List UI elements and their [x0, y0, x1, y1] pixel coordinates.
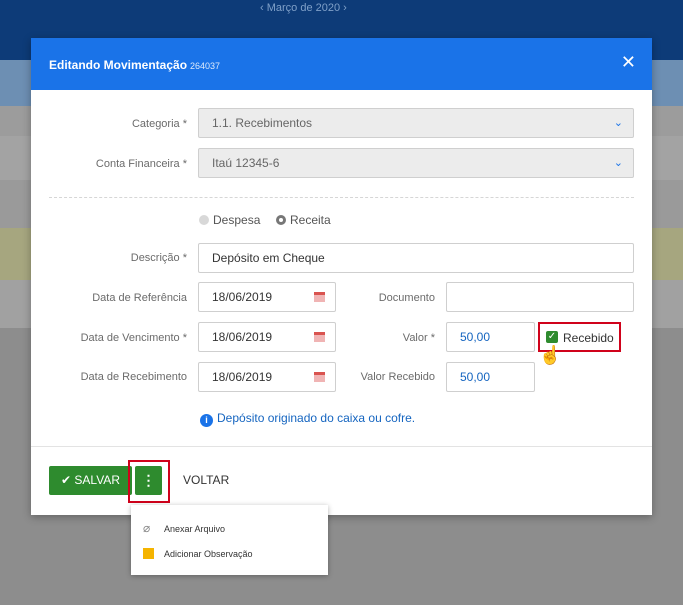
radio-unselected-icon	[199, 215, 209, 225]
data-recebimento-input[interactable]: 18/06/2019	[198, 362, 336, 392]
data-referencia-input[interactable]: 18/06/2019	[198, 282, 336, 312]
data-recebimento-label: Data de Recebimento	[80, 371, 187, 383]
valor-label: Valor *	[402, 332, 435, 344]
recebido-checkbox[interactable]: ✓	[546, 331, 558, 343]
radio-despesa[interactable]: Despesa	[199, 213, 260, 227]
paperclip-icon: ⌀	[143, 521, 151, 535]
data-vencimento-value: 18/06/2019	[212, 330, 273, 344]
documento-label: Documento	[378, 292, 435, 304]
calendar-icon[interactable]	[314, 332, 325, 342]
info-message: i Depósito originado do caixa ou cofre.	[200, 411, 415, 427]
pointer-hand-icon: ☝	[539, 345, 562, 365]
menu-item-anexar-label: Anexar Arquivo	[164, 524, 226, 534]
data-referencia-label: Data de Referência	[92, 292, 187, 304]
chevron-down-icon: ⌄	[613, 117, 623, 129]
categoria-value: 1.1. Recebimentos	[212, 116, 313, 130]
save-button[interactable]: ✔ SALVAR	[49, 466, 132, 495]
section-divider	[49, 197, 634, 198]
radio-receita-label: Receita	[290, 213, 331, 227]
conta-select[interactable]: Itaú 12345-6 ⌄	[198, 148, 634, 178]
radio-despesa-label: Despesa	[213, 213, 261, 227]
valor-recebido-input[interactable]: 50,00	[446, 362, 535, 392]
descricao-label: Descrição *	[130, 252, 187, 264]
back-button[interactable]: VOLTAR	[183, 473, 229, 487]
menu-item-observacao[interactable]: Adicionar Observação	[143, 548, 253, 559]
modal-header: Editando Movimentação 264037 ✕	[31, 38, 652, 90]
conta-label: Conta Financeira *	[95, 158, 187, 170]
chevron-down-icon: ⌄	[613, 157, 623, 169]
calendar-icon[interactable]	[314, 292, 325, 302]
data-referencia-value: 18/06/2019	[212, 290, 273, 304]
note-icon	[143, 548, 154, 559]
close-icon[interactable]: ✕	[621, 52, 636, 73]
info-text: Depósito originado do caixa ou cofre.	[217, 411, 416, 425]
radio-selected-icon	[276, 215, 286, 225]
check-icon: ✔	[61, 473, 72, 487]
descricao-input[interactable]: Depósito em Cheque	[198, 243, 634, 273]
documento-input[interactable]	[446, 282, 634, 312]
menu-item-observacao-label: Adicionar Observação	[164, 549, 253, 559]
radio-receita[interactable]: Receita	[276, 213, 331, 227]
transaction-id: 264037	[190, 61, 221, 71]
save-label: SALVAR	[74, 473, 120, 487]
more-options-menu: ⌀ Anexar Arquivo Adicionar Observação	[131, 505, 328, 575]
menu-item-anexar[interactable]: ⌀ Anexar Arquivo	[143, 521, 225, 535]
conta-value: Itaú 12345-6	[212, 156, 280, 170]
recebido-label: Recebido	[563, 331, 614, 345]
info-icon: i	[200, 414, 213, 427]
data-vencimento-label: Data de Vencimento *	[80, 332, 187, 344]
highlight-more-button	[128, 460, 170, 503]
calendar-icon[interactable]	[314, 372, 325, 382]
month-navigator: ‹ Março de 2020 ›	[260, 2, 347, 14]
data-recebimento-value: 18/06/2019	[212, 370, 273, 384]
categoria-select[interactable]: 1.1. Recebimentos ⌄	[198, 108, 634, 138]
categoria-label: Categoria *	[131, 118, 187, 130]
data-vencimento-input[interactable]: 18/06/2019	[198, 322, 336, 352]
valor-recebido-label: Valor Recebido	[360, 371, 435, 383]
modal-title: Editando Movimentação 264037	[49, 58, 221, 72]
edit-transaction-modal: Editando Movimentação 264037 ✕ Categoria …	[31, 38, 652, 515]
valor-input[interactable]: 50,00	[446, 322, 535, 352]
footer-divider	[31, 446, 652, 447]
